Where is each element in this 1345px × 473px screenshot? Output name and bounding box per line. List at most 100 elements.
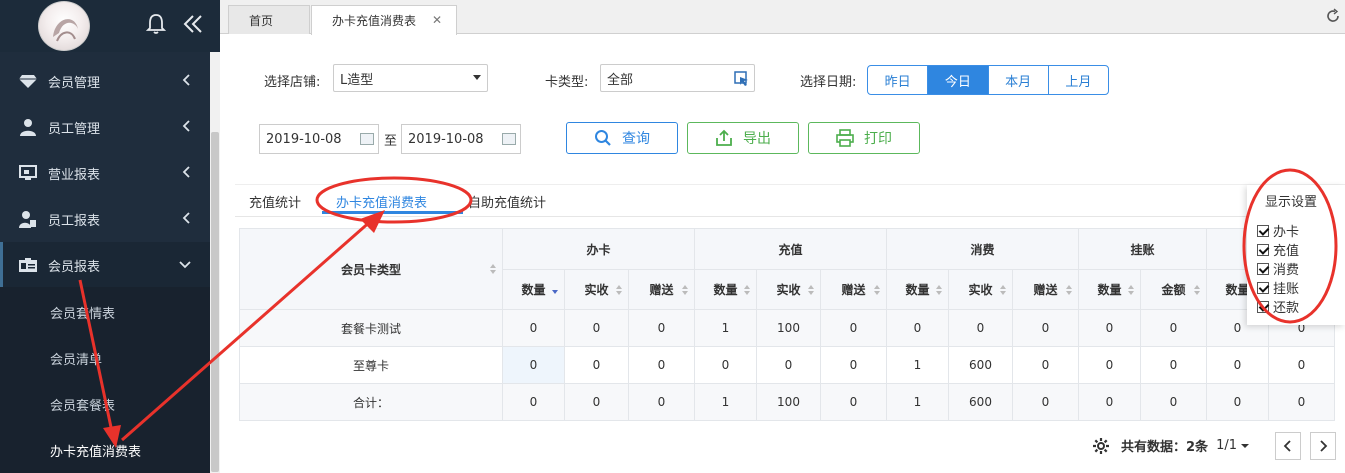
sort-icon[interactable] bbox=[489, 262, 497, 276]
close-icon[interactable]: ✕ bbox=[432, 13, 442, 27]
tab-card-recharge-consumption-report[interactable]: 办卡充值消费表 bbox=[336, 192, 427, 211]
display-option-repayment[interactable]: 还款 bbox=[1257, 297, 1299, 316]
scrollbar-thumb[interactable] bbox=[211, 132, 219, 472]
sidebar-item-staff-management[interactable]: 员工管理 bbox=[0, 104, 210, 150]
table-cell: 0 bbox=[1012, 346, 1079, 384]
submenu-item-member-package-detail[interactable]: 会员套情表 bbox=[50, 303, 115, 322]
query-button[interactable]: 查询 bbox=[566, 122, 678, 154]
print-button[interactable]: 打印 bbox=[808, 122, 920, 154]
print-button-label: 打印 bbox=[864, 131, 892, 147]
picker-cursor-icon[interactable] bbox=[734, 71, 750, 87]
table-cell: 0 bbox=[1078, 383, 1141, 421]
display-settings-title[interactable]: 显示设置 bbox=[1265, 191, 1317, 210]
sort-icon[interactable] bbox=[873, 283, 881, 297]
submenu-item-card-recharge-consumption[interactable]: 办卡充值消费表 bbox=[50, 441, 141, 460]
subheader-cell[interactable]: 赠送 bbox=[628, 269, 695, 310]
tab-card-recharge-consumption[interactable]: 办卡充值消费表 ✕ bbox=[311, 5, 457, 35]
sort-icon[interactable] bbox=[1065, 283, 1073, 297]
display-option-on-account[interactable]: 挂账 bbox=[1257, 278, 1299, 297]
table-row[interactable]: 至尊卡 0 0 0 0 0 0 1 600 0 0 0 0 0 bbox=[239, 346, 1335, 384]
subheader-cell[interactable]: 数量 bbox=[502, 269, 565, 310]
subheader-cell[interactable]: 实收 bbox=[948, 269, 1013, 310]
date-option-last-month[interactable]: 上月 bbox=[1049, 66, 1108, 94]
option-label: 还款 bbox=[1273, 301, 1300, 316]
pagination-info: 共有数据： 2条 1/1 bbox=[1093, 436, 1250, 455]
sort-icon[interactable] bbox=[743, 283, 751, 297]
tab-self-recharge-stats[interactable]: 自助充值统计 bbox=[468, 192, 546, 211]
sidebar-item-member-report[interactable]: 会员报表 bbox=[0, 242, 210, 288]
date-to-input[interactable]: 2019-10-08 bbox=[401, 124, 521, 154]
subheader-label: 赠送 bbox=[649, 283, 674, 297]
display-option-open-card[interactable]: 办卡 bbox=[1257, 221, 1299, 240]
date-option-yesterday[interactable]: 昨日 bbox=[868, 66, 929, 94]
sidebar-scrollbar[interactable] bbox=[210, 52, 220, 473]
date-label: 选择日期: bbox=[800, 75, 857, 90]
header-group-consumption: 消费 bbox=[886, 228, 1079, 270]
tab-recharge-stats[interactable]: 充值统计 bbox=[249, 192, 301, 211]
next-page-button[interactable] bbox=[1310, 432, 1336, 460]
display-option-recharge[interactable]: 充值 bbox=[1257, 240, 1299, 259]
sort-desc-icon[interactable] bbox=[551, 283, 559, 297]
header-group-recharge: 充值 bbox=[694, 228, 887, 270]
page-indicator[interactable]: 1/1 bbox=[1216, 438, 1237, 453]
table-cell: 0 bbox=[820, 309, 887, 347]
sidebar-item-business-report[interactable]: 营业报表 bbox=[0, 150, 210, 196]
double-chevron-left-icon[interactable] bbox=[182, 12, 204, 36]
calendar-icon[interactable] bbox=[502, 133, 516, 145]
bell-icon[interactable] bbox=[146, 13, 166, 35]
sort-icon[interactable] bbox=[681, 283, 689, 297]
gear-icon[interactable] bbox=[1093, 437, 1109, 454]
calendar-icon[interactable] bbox=[360, 133, 374, 145]
checkbox-checked[interactable] bbox=[1257, 262, 1269, 275]
submenu-item-member-package-table[interactable]: 会员套餐表 bbox=[50, 395, 115, 414]
card-type-select[interactable]: 全部 bbox=[600, 64, 755, 92]
subheader-label: 赠送 bbox=[841, 283, 866, 297]
store-label: 选择店铺: bbox=[264, 75, 321, 90]
table-cell: 0 bbox=[502, 309, 565, 347]
sort-icon[interactable] bbox=[935, 283, 943, 297]
sort-icon[interactable] bbox=[1193, 283, 1201, 297]
sort-icon[interactable] bbox=[999, 283, 1007, 297]
checkbox-checked[interactable] bbox=[1257, 300, 1269, 313]
table-row[interactable]: 套餐卡测试 0 0 0 1 100 0 0 0 0 0 0 0 0 bbox=[239, 309, 1335, 347]
subheader-cell[interactable]: 数量 bbox=[694, 269, 757, 310]
date-from-input[interactable]: 2019-10-08 bbox=[259, 124, 379, 154]
date-option-this-month[interactable]: 本月 bbox=[989, 66, 1049, 94]
table-cell: 1 bbox=[886, 346, 949, 384]
subheader-cell[interactable]: 数量 bbox=[1078, 269, 1141, 310]
subheader-cell[interactable]: 实收 bbox=[564, 269, 629, 310]
subheader-cell[interactable]: 金额 bbox=[1140, 269, 1207, 310]
date-option-today[interactable]: 今日 bbox=[928, 66, 989, 94]
avatar[interactable] bbox=[38, 1, 90, 51]
sort-icon[interactable] bbox=[1127, 283, 1135, 297]
export-button[interactable]: 导出 bbox=[687, 122, 799, 154]
store-select[interactable]: L造型 bbox=[333, 64, 488, 92]
subheader-cell[interactable]: 实收 bbox=[756, 269, 821, 310]
subheader-label: 赠送 bbox=[1033, 283, 1058, 297]
checkbox-checked[interactable] bbox=[1257, 243, 1269, 256]
sidebar-item-member-management[interactable]: 会员管理 bbox=[0, 58, 210, 104]
table-cell: 100 bbox=[756, 383, 821, 421]
table-cell: 0 bbox=[1206, 346, 1269, 384]
tab-home[interactable]: 首页 bbox=[228, 5, 310, 34]
prev-page-button[interactable] bbox=[1275, 432, 1301, 460]
submenu-item-member-list[interactable]: 会员清单 bbox=[50, 349, 102, 368]
subheader-cell[interactable]: 赠送 bbox=[820, 269, 887, 310]
checkbox-checked[interactable] bbox=[1257, 224, 1269, 237]
table-cell: 0 bbox=[628, 309, 695, 347]
header-card-type[interactable]: 会员卡类型 bbox=[239, 228, 503, 310]
checkbox-checked[interactable] bbox=[1257, 281, 1269, 294]
sidebar-item-staff-report[interactable]: 员工报表 bbox=[0, 196, 210, 242]
sort-icon[interactable] bbox=[807, 283, 815, 297]
sort-icon[interactable] bbox=[615, 283, 623, 297]
caret-down-icon[interactable] bbox=[1240, 442, 1250, 450]
display-option-consumption[interactable]: 消费 bbox=[1257, 259, 1299, 278]
sidebar-item-label: 员工管理 bbox=[48, 121, 101, 137]
table-row-total[interactable]: 合计： 0 0 0 1 100 0 1 600 0 0 0 0 0 bbox=[239, 383, 1335, 421]
printer-icon bbox=[836, 129, 854, 147]
date-range-segmented[interactable]: 昨日 今日 本月 上月 bbox=[867, 65, 1109, 95]
subheader-cell[interactable]: 数量 bbox=[886, 269, 949, 310]
refresh-icon[interactable] bbox=[1325, 8, 1341, 24]
subheader-cell[interactable]: 赠送 bbox=[1012, 269, 1079, 310]
table-cell: 100 bbox=[756, 309, 821, 347]
